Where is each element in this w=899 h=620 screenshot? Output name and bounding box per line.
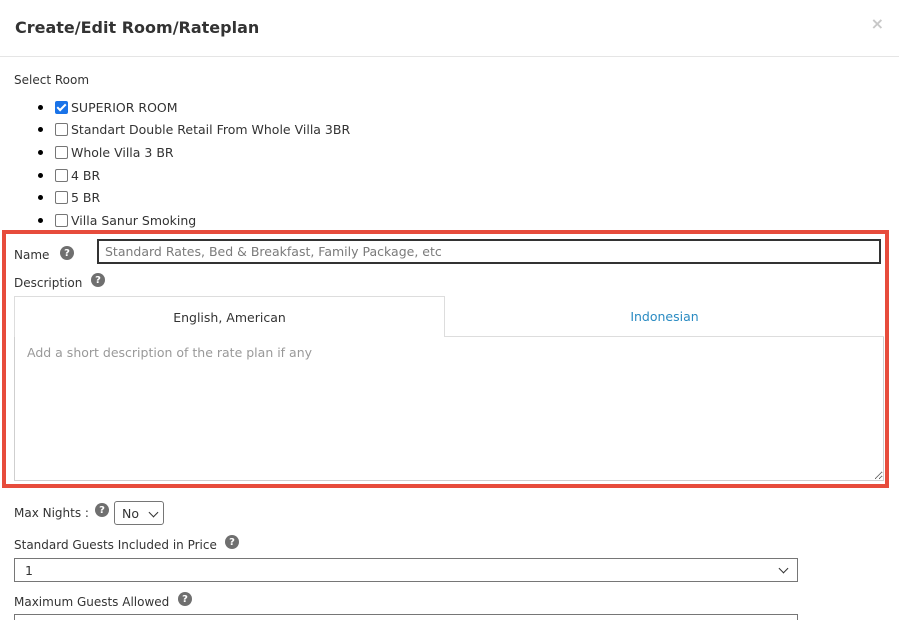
room-label: Villa Sanur Smoking: [71, 212, 197, 228]
question-circle-icon[interactable]: ?: [178, 592, 192, 606]
room-item-standart-double: Standart Double Retail From Whole Villa …: [38, 119, 350, 142]
room-checkbox-5br[interactable]: [55, 191, 68, 205]
room-label: 5 BR: [71, 190, 101, 206]
room-checkbox-villa-sanur[interactable]: [55, 213, 68, 227]
room-item-whole-villa: Whole Villa 3 BR: [38, 141, 350, 164]
bullet-icon: [38, 195, 43, 201]
question-circle-icon[interactable]: ?: [91, 273, 105, 287]
chevron-down-icon: [148, 507, 159, 518]
name-input[interactable]: [97, 239, 881, 264]
question-circle-icon[interactable]: ?: [60, 246, 74, 260]
tab-indonesian[interactable]: Indonesian: [445, 296, 884, 337]
room-checkbox-whole-villa[interactable]: [55, 145, 68, 159]
room-item-5br: 5 BR: [38, 186, 350, 209]
bullet-icon: [38, 217, 43, 223]
name-label: Name: [14, 248, 50, 262]
standard-guests-value: 1: [25, 562, 33, 578]
description-label: Description: [14, 276, 83, 290]
chevron-down-icon: [778, 563, 789, 574]
question-circle-icon[interactable]: ?: [95, 503, 109, 517]
room-list: SUPERIOR ROOM Standart Double Retail Fro…: [38, 96, 350, 232]
room-label: 4 BR: [71, 167, 101, 183]
bullet-icon: [38, 104, 43, 110]
room-item-villa-sanur: Villa Sanur Smoking: [38, 209, 350, 232]
max-nights-select[interactable]: No: [114, 501, 164, 525]
standard-guests-select[interactable]: 1: [14, 558, 798, 582]
bullet-icon: [38, 149, 43, 155]
description-textarea[interactable]: [14, 337, 884, 481]
room-label: Standart Double Retail From Whole Villa …: [71, 122, 351, 138]
select-room-label: Select Room: [14, 73, 90, 87]
room-checkbox-standart-double[interactable]: [55, 123, 68, 137]
close-icon[interactable]: ×: [871, 14, 884, 33]
modal-header: Create/Edit Room/Rateplan ×: [0, 0, 899, 57]
room-label: Whole Villa 3 BR: [71, 144, 174, 160]
bullet-icon: [38, 172, 43, 178]
max-nights-label: Max Nights :: [14, 506, 89, 520]
question-circle-icon[interactable]: ?: [225, 535, 239, 549]
room-checkbox-superior[interactable]: [55, 100, 68, 114]
modal-title: Create/Edit Room/Rateplan: [15, 18, 260, 37]
max-guests-label: Maximum Guests Allowed: [14, 595, 170, 609]
room-item-superior: SUPERIOR ROOM: [38, 96, 350, 119]
tab-english-american[interactable]: English, American: [14, 296, 445, 337]
bullet-icon: [38, 127, 43, 133]
max-nights-value: No: [122, 505, 139, 521]
room-item-4br: 4 BR: [38, 164, 350, 187]
room-checkbox-4br[interactable]: [55, 168, 68, 182]
standard-guests-label: Standard Guests Included in Price: [14, 538, 217, 552]
max-guests-select[interactable]: [14, 614, 798, 620]
room-label: SUPERIOR ROOM: [71, 99, 178, 115]
language-tabs: English, American Indonesian: [14, 296, 884, 337]
